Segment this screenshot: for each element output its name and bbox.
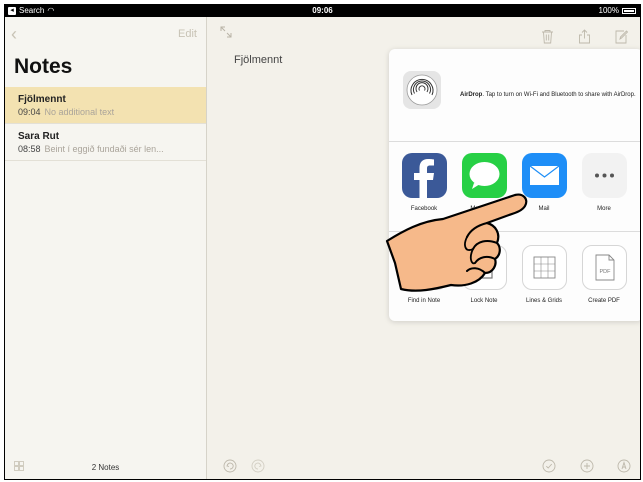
pdf-badge: PDF <box>599 269 611 275</box>
edit-button[interactable]: Edit <box>178 28 197 40</box>
back-chevron-icon[interactable]: ‹ <box>11 25 17 43</box>
action-label: Create PDF <box>588 298 620 304</box>
action-create-pdf[interactable]: PDF Create PDF <box>575 245 633 304</box>
airdrop-section: AirDrop. Tap to turn on Wi-Fi and Blueto… <box>389 49 640 142</box>
pointing-hand-icon <box>385 193 528 292</box>
notes-count: 2 Notes <box>91 463 120 472</box>
note-time: 09:04 <box>18 107 41 117</box>
note-title: Sara Rut <box>18 131 60 142</box>
list-item[interactable]: Sara Rut 08:58 Beint í eggið fundaði sér … <box>5 124 206 161</box>
airdrop-description: AirDrop. Tap to turn on Wi-Fi and Blueto… <box>460 91 636 99</box>
share-app-label: More <box>597 206 611 212</box>
more-icon <box>581 153 627 198</box>
checklist-icon[interactable] <box>542 459 556 473</box>
note-preview: Beint í eggið fundaði sér len... <box>44 144 164 154</box>
airdrop-icon[interactable] <box>403 71 441 109</box>
clock: 09:06 <box>312 6 333 15</box>
note-time: 08:58 <box>18 144 41 154</box>
trash-icon[interactable] <box>541 29 554 44</box>
airdrop-hint: . Tap to turn on Wi-Fi and Bluetooth to … <box>482 92 636 98</box>
share-app-more[interactable]: More <box>575 153 633 212</box>
notes-sidebar: ‹ Edit Notes Fjölmennt 09:04 No additiona… <box>5 17 207 479</box>
mail-icon <box>521 153 567 198</box>
note-list: Fjölmennt 09:04 No additional text Sara R… <box>5 87 206 161</box>
status-bar: ◂ Search ◠ 09:06 100% <box>5 5 640 17</box>
add-icon[interactable] <box>580 459 594 473</box>
facebook-icon <box>401 153 447 198</box>
compose-icon[interactable] <box>615 29 628 44</box>
pdf-icon: PDF <box>581 245 627 290</box>
markup-pen-icon[interactable] <box>617 459 631 473</box>
share-icon[interactable] <box>578 29 591 44</box>
messages-icon <box>461 153 507 198</box>
note-bottom-toolbar <box>207 453 640 479</box>
expand-icon[interactable] <box>219 25 233 39</box>
note-title: Fjölmennt <box>18 94 66 105</box>
ipad-screen: ◂ Search ◠ 09:06 100% ‹ Edit Notes Fjölm… <box>4 4 641 480</box>
battery-percent: 100% <box>598 6 619 15</box>
undo-icon[interactable] <box>223 459 237 473</box>
note-body-title[interactable]: Fjölmennt <box>234 54 282 66</box>
airdrop-title: AirDrop <box>460 92 483 98</box>
page-title: Notes <box>14 55 73 78</box>
note-subtitle: 09:04 No additional text <box>18 107 197 117</box>
redo-icon[interactable] <box>251 459 265 473</box>
battery-status: 100% <box>599 5 636 17</box>
list-item[interactable]: Fjölmennt 09:04 No additional text <box>5 87 206 124</box>
sidebar-bottom-bar: 2 Notes <box>5 455 206 479</box>
battery-icon <box>622 8 636 14</box>
note-preview: No additional text <box>44 107 115 117</box>
note-subtitle: 08:58 Beint í eggið fundaði sér len... <box>18 144 197 154</box>
